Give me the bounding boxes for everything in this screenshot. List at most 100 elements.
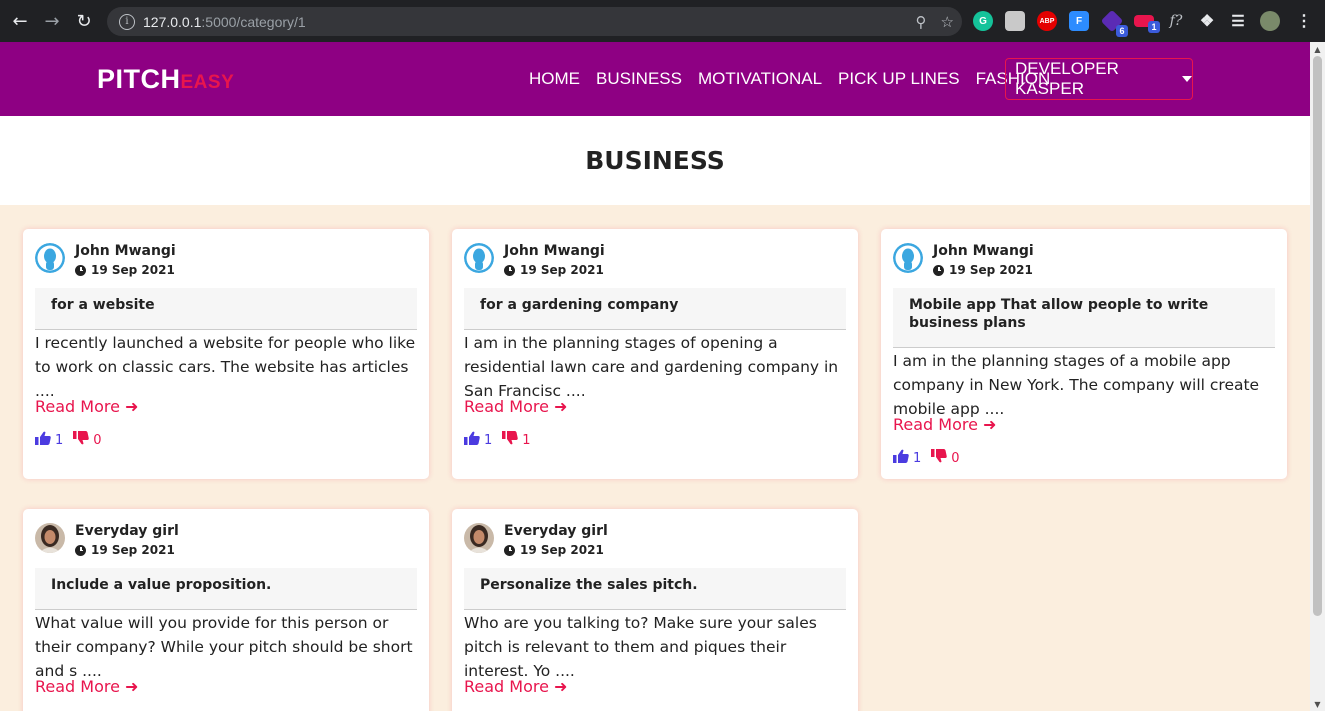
scroll-down-icon[interactable]: ▼ [1310,697,1325,711]
read-more-label: Read More [464,397,549,416]
nav-motivational[interactable]: MOTIVATIONAL [698,69,822,89]
arrow-right-icon: ➜ [124,677,139,696]
read-more-link[interactable]: Read More ➜ [464,677,567,696]
like-button[interactable]: 1 [464,431,492,449]
arrow-right-icon: ➜ [553,677,568,696]
photo-avatar [35,523,65,553]
profile-avatar-icon[interactable] [1260,11,1280,31]
blue-user-avatar [464,243,494,273]
brand-sub: EASY [180,72,235,93]
post-date-text: 19 Sep 2021 [949,263,1033,277]
author-name: Everyday girl [75,523,179,539]
zoom-icon[interactable]: ⚲ [916,13,927,31]
vote-bar: 11 [464,431,531,449]
thumbs-down-icon [502,431,522,449]
brand-logo[interactable]: PITCHEASY [97,64,234,95]
reload-icon[interactable]: ↻ [68,0,100,42]
page-title: BUSINESS [585,146,725,175]
address-bar[interactable]: i 127.0.0.1:5000/category/1 ⚲ ☆ [107,7,962,36]
read-more-label: Read More [464,677,549,696]
like-count: 1 [913,450,922,466]
ext-hand-icon[interactable] [1005,11,1025,31]
clock-icon [504,544,515,556]
pitch-card: Everyday girl 19 Sep 2021 Personalize the … [452,509,858,711]
read-more-label: Read More [893,415,978,434]
category-header: BUSINESS [0,116,1310,205]
post-date-text: 19 Sep 2021 [91,543,175,557]
pitch-body: What value will you provide for this per… [35,614,413,680]
read-more-link[interactable]: Read More ➜ [464,397,567,416]
dislike-count: 0 [93,432,102,448]
pitch-card: John Mwangi 19 Sep 2021 Mobile app That al… [881,229,1287,479]
author-name: John Mwangi [933,243,1034,259]
pitch-title: for a gardening company [464,288,846,330]
site-navbar: PITCHEASY HOME BUSINESS MOTIVATIONAL PIC… [0,42,1310,116]
grammarly-icon[interactable]: G [973,11,993,31]
url-host: 127.0.0.1 [143,13,202,30]
ext-doc-icon[interactable]: F [1069,11,1089,31]
dislike-button[interactable]: 0 [73,431,102,449]
extensions-puzzle-icon[interactable]: ❖ [1197,11,1217,31]
like-button[interactable]: 1 [35,431,63,449]
read-more-link[interactable]: Read More ➜ [35,397,138,416]
formula-icon[interactable]: f? [1166,11,1186,31]
like-count: 1 [484,432,493,448]
nav-business[interactable]: BUSINESS [596,69,682,89]
clock-icon [933,264,944,276]
scroll-up-icon[interactable]: ▲ [1310,42,1325,56]
site-info-icon[interactable]: i [119,13,135,30]
browser-menu-icon[interactable]: ⋮ [1294,11,1314,31]
author-name: Everyday girl [504,523,608,539]
forward-arrow-icon[interactable]: → [36,0,68,42]
author-name: John Mwangi [504,243,605,259]
post-date: 19 Sep 2021 [75,543,175,557]
user-dropdown-label: DEVELOPER KASPER [1015,59,1119,98]
user-dropdown[interactable]: DEVELOPER KASPER [1005,58,1193,100]
arrow-right-icon: ➜ [553,397,568,416]
post-date: 19 Sep 2021 [933,263,1033,277]
brand-main: PITCH [97,64,181,94]
post-date: 19 Sep 2021 [504,263,604,277]
blue-user-avatar [35,243,65,273]
dislike-button[interactable]: 1 [502,431,531,449]
dislike-count: 1 [522,432,531,448]
pitch-body: I am in the planning stages of opening a… [464,334,839,400]
like-button[interactable]: 1 [893,449,921,467]
like-count: 1 [55,432,64,448]
post-date: 19 Sep 2021 [504,543,604,557]
read-more-label: Read More [35,397,120,416]
nav-pick-up-lines[interactable]: PICK UP LINES [838,69,960,89]
pitch-card: John Mwangi 19 Sep 2021 for a gardening co… [452,229,858,479]
browser-toolbar: ← → ↻ i 127.0.0.1:5000/category/1 ⚲ ☆ G … [0,0,1325,42]
thumbs-up-icon [893,449,913,467]
dislike-button[interactable]: 0 [931,449,960,467]
ext-toggle-badge: 1 [1148,21,1160,33]
author-name: John Mwangi [75,243,176,259]
pitch-body: I am in the planning stages of a mobile … [893,352,1260,418]
page-scrollbar[interactable]: ▲ ▼ [1310,42,1325,711]
thumbs-up-icon [35,431,55,449]
nav-home[interactable]: HOME [529,69,580,89]
clock-icon [75,264,86,276]
ext-purple-badge: 6 [1116,25,1128,37]
arrow-right-icon: ➜ [124,397,139,416]
photo-avatar [464,523,494,553]
ext-toggle-icon[interactable]: 1 [1134,15,1160,33]
pitch-body: I recently launched a website for people… [35,334,416,400]
post-date-text: 19 Sep 2021 [520,543,604,557]
adblock-icon[interactable]: ABP [1037,11,1057,31]
scrollbar-thumb[interactable] [1313,56,1322,616]
read-more-link[interactable]: Read More ➜ [893,415,996,434]
pitch-title: for a website [35,288,417,330]
clock-icon [75,544,86,556]
back-arrow-icon[interactable]: ← [4,0,36,42]
blue-user-avatar [893,243,923,273]
thumbs-down-icon [931,449,951,467]
dislike-count: 0 [951,450,960,466]
read-more-link[interactable]: Read More ➜ [35,677,138,696]
bookmark-star-icon[interactable]: ☆ [941,13,954,31]
media-queue-icon[interactable]: ☰ [1228,11,1248,31]
thumbs-up-icon [464,431,484,449]
pitch-body: Who are you talking to? Make sure your s… [464,614,817,680]
post-date-text: 19 Sep 2021 [520,263,604,277]
